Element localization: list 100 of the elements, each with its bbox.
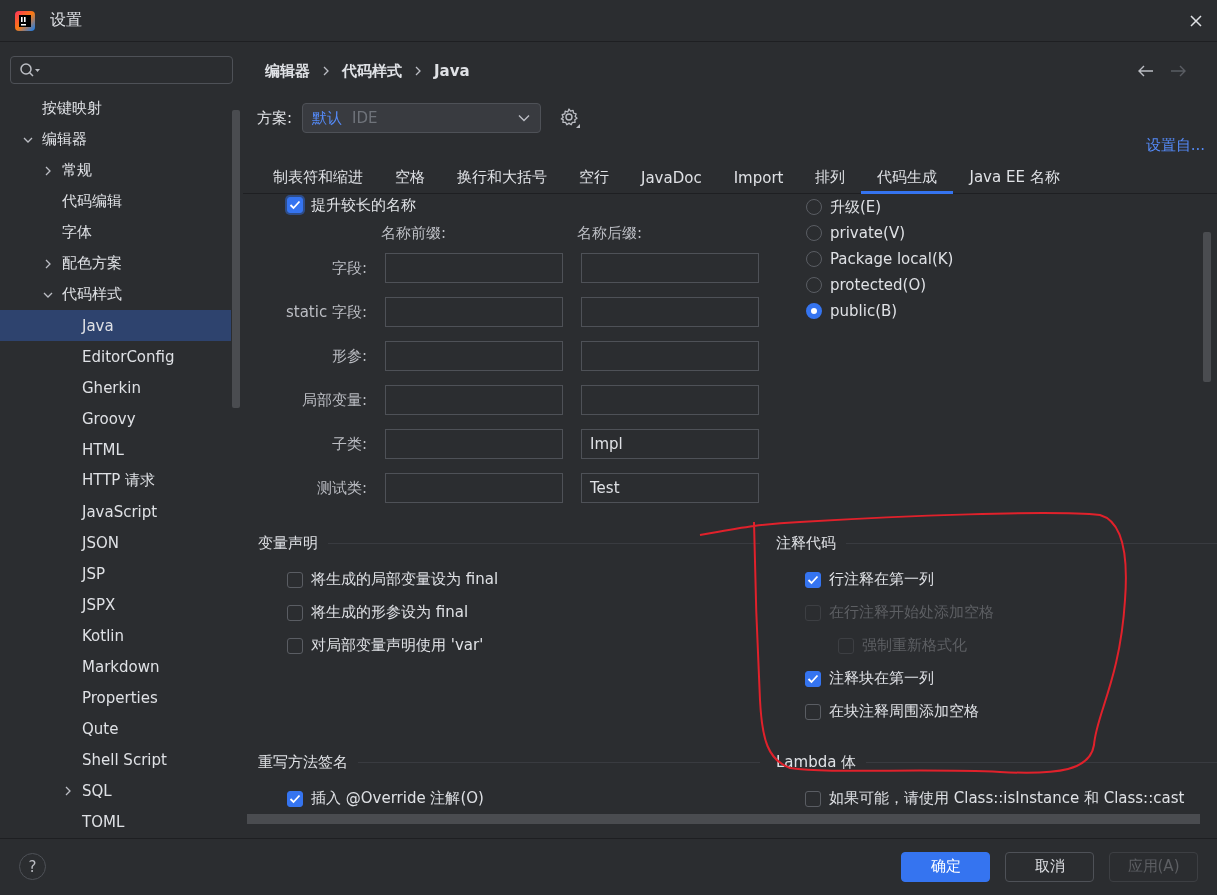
suffix-field[interactable] [581,385,759,415]
section-title: Lambda 体 [776,752,857,772]
tree-item[interactable]: JavaScript [0,496,231,527]
tree-item[interactable]: TOML [0,806,231,837]
back-arrow-icon[interactable] [1137,64,1155,78]
checkbox-label: 提升较长的名称 [311,195,416,215]
prefix-field[interactable] [385,253,563,283]
tree-item[interactable]: Qute [0,713,231,744]
checkbox[interactable] [287,197,303,213]
checkbox[interactable] [805,790,821,807]
tab[interactable]: 空格 [379,161,441,194]
prefix-field[interactable] [385,385,563,415]
tree-item[interactable]: EditorConfig [0,341,231,372]
breadcrumb-item[interactable]: Java [434,62,470,80]
radio-label: protected(O) [830,276,927,294]
column-header: 名称前缀: [381,224,448,243]
column-header: 名称后缀: [577,224,644,243]
checkbox[interactable] [805,571,821,588]
field-label: 字段: [330,258,367,278]
search-icon [19,62,41,78]
scrollbar[interactable] [1203,232,1211,382]
set-from-link[interactable]: 设置自... [1145,136,1205,158]
chevron-icon [322,66,330,76]
field-label: 形参: [330,346,367,366]
tree-item[interactable]: Gherkin [0,372,231,403]
radio-button[interactable] [806,303,822,319]
checkbox[interactable] [287,604,303,621]
checkbox-label: 行注释在第一列 [829,570,934,589]
breadcrumb-item[interactable]: 代码样式 [342,61,402,81]
tree-item[interactable]: 代码编辑 [0,186,231,217]
tab[interactable]: 排列 [799,161,862,194]
field-label: static 字段: [285,302,367,322]
section-title: 变量声明 [258,533,318,553]
tree-item[interactable]: HTTP 请求 [0,465,231,496]
tree-item[interactable]: HTML [0,434,231,465]
field-label: 子类: [330,434,367,454]
window-title: 设置 [50,10,83,31]
dialog-button[interactable]: 取消 [1005,851,1094,882]
tree-item[interactable]: 代码样式 [0,279,231,310]
tree-item[interactable]: Java [0,310,231,341]
chevron-icon [414,66,422,76]
checkbox-label: 将生成的局部变量设为 final [311,570,499,589]
breadcrumb-item[interactable]: 编辑器 [265,61,310,81]
app-logo-icon [15,10,35,31]
tab[interactable]: Import [717,161,800,194]
checkbox[interactable] [287,790,303,807]
suffix-field[interactable] [581,253,759,283]
prefix-field[interactable] [385,473,563,503]
tree-item[interactable]: Kotlin [0,620,231,651]
tree-item[interactable]: JSON [0,527,231,558]
radio-label: private(V) [830,224,905,242]
search-field[interactable] [10,56,233,84]
tree-item[interactable]: JSP [0,558,231,589]
section-title: 重写方法签名 [258,752,348,772]
suffix-field[interactable]: Test [581,473,759,503]
tree-item[interactable]: Properties [0,682,231,713]
tree-item[interactable]: 常规 [0,155,231,186]
section-title: 注释代码 [776,533,836,553]
field-label: 测试类: [315,478,367,498]
tab[interactable]: Java EE 名称 [953,161,1076,194]
tree-item[interactable]: 配色方案 [0,248,231,279]
close-icon[interactable] [1189,13,1203,28]
prefix-field[interactable] [385,429,563,459]
scrollbar[interactable] [232,110,240,408]
tree-item[interactable]: 字体 [0,217,231,248]
scrollbar[interactable] [247,814,1200,824]
scheme-label: 方案: [257,108,293,128]
prefix-field[interactable] [385,341,563,371]
checkbox[interactable] [287,637,303,654]
tab[interactable]: 换行和大括号 [441,161,563,194]
checkbox-label: 如果可能，请使用 Class::isInstance 和 Class::cast [829,789,1185,808]
suffix-field[interactable] [581,341,759,371]
caret-icon [518,114,531,122]
checkbox[interactable] [805,703,821,720]
prefix-field[interactable] [385,297,563,327]
tree-item[interactable]: Groovy [0,403,231,434]
checkbox-label: 对局部变量声明使用 'var' [311,636,484,655]
tree-item[interactable]: 按键映射 [0,93,231,124]
dialog-button[interactable]: 确定 [901,851,990,882]
radio-label: Package local(K) [830,250,954,268]
checkbox-label: 在块注释周围添加空格 [829,702,979,721]
tab[interactable]: 代码生成 [861,161,954,194]
help-button[interactable]: ? [19,853,46,880]
gear-icon[interactable] [559,107,582,129]
tab[interactable]: JavaDoc [625,161,718,194]
suffix-field[interactable] [581,297,759,327]
radio-label: 升级(E) [830,197,882,217]
checkbox[interactable] [805,670,821,687]
tree-item[interactable]: JSPX [0,589,231,620]
suffix-field[interactable]: Impl [581,429,759,459]
tree-item[interactable]: Markdown [0,651,231,682]
tree-item[interactable]: 编辑器 [0,124,231,155]
tree-item[interactable]: Shell Script [0,744,231,775]
radio-label: public(B) [830,302,898,320]
tab[interactable]: 空行 [563,161,625,194]
tab[interactable]: 制表符和缩进 [257,161,379,194]
checkbox-label: 插入 @Override 注解(O) [311,789,484,808]
checkbox-label: 注释块在第一列 [829,669,934,688]
tree-item[interactable]: SQL [0,775,231,806]
checkbox[interactable] [287,571,303,588]
